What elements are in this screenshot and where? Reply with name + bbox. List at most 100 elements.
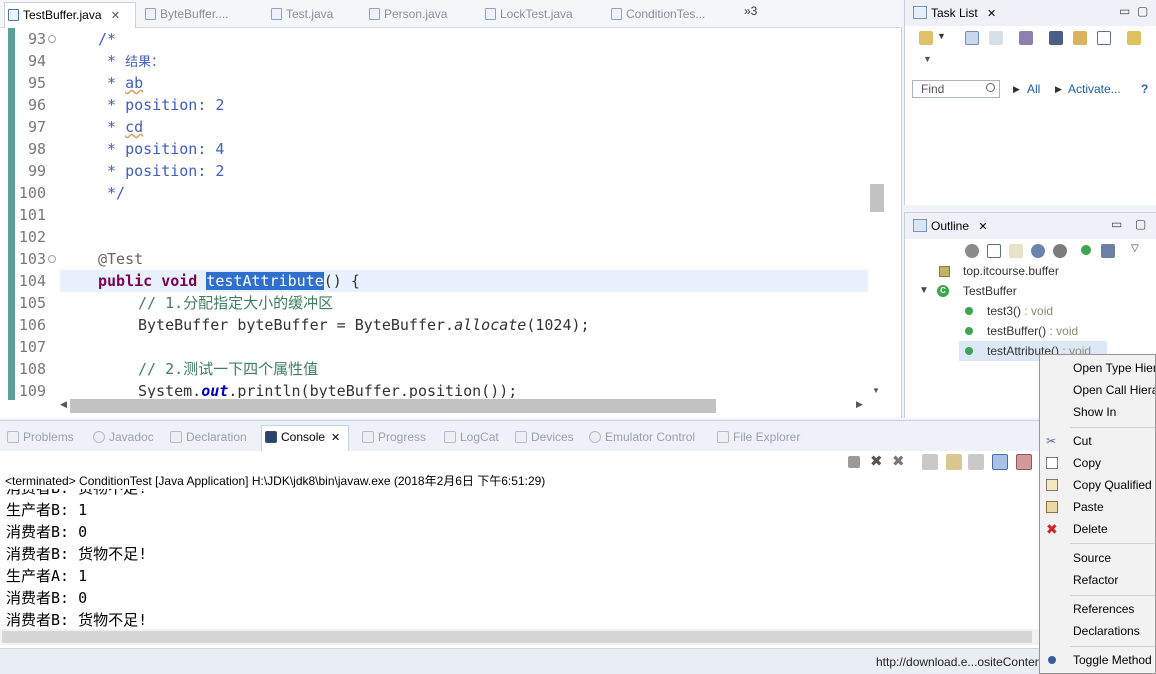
find-input[interactable]: Find [912,80,1000,98]
tab-outline[interactable]: Outline ✕ [909,216,994,236]
show-on-error-icon[interactable] [1016,454,1032,470]
help-icon[interactable]: ? [1141,82,1148,96]
tab-logcat[interactable]: LogCat [441,427,499,447]
open-icon[interactable] [1127,31,1141,45]
menu-item-copy-qualified-name[interactable]: Copy Qualified Name [1040,474,1155,496]
tab-declaration[interactable]: Declaration [167,427,247,447]
tab-overflow-button[interactable]: »3 [744,4,757,18]
editor-vertical-scrollbar[interactable]: ▼ [868,28,886,400]
collapse-icon[interactable] [1049,31,1063,45]
menu-item-show-in[interactable]: Show In [1040,401,1155,423]
sort-icon[interactable] [1009,244,1023,258]
tab-conditiontest[interactable]: ConditionTes... [608,3,738,25]
find-placeholder: Find [921,82,945,96]
menu-item-cut[interactable]: ✂ Cut [1040,430,1155,452]
terminate-icon[interactable] [848,456,860,468]
outline-class[interactable]: ▼ C TestBuffer [905,281,1156,301]
schedule-icon[interactable] [989,31,1003,45]
code-line: * position: 2 [60,160,868,182]
minimize-icon[interactable]: ▭ [1119,4,1130,18]
tab-test-java[interactable]: Test.java [268,3,364,25]
hide-local-types-icon[interactable] [1081,245,1091,255]
console-horizontal-scrollbar[interactable] [0,629,1040,645]
minimize-icon[interactable]: ▭ [1111,217,1122,231]
tab-progress[interactable]: Progress [359,427,426,447]
tab-locktest-java[interactable]: LockTest.java [482,3,602,25]
categorize-icon[interactable] [965,31,979,45]
code-editor[interactable]: TestBuffer.java ✕ ByteBuffer.... Test.ja… [0,0,902,418]
tab-emulator-control[interactable]: Emulator Control [586,427,695,447]
focus-icon[interactable] [1019,31,1033,45]
view-menu-icon[interactable]: ▽ [1131,243,1145,257]
code-area[interactable]: /* * 结果： * ab * position: 2 * cd * posit… [60,28,868,400]
scroll-down-icon[interactable]: ▼ [872,386,880,395]
tab-problems[interactable]: Problems [4,427,74,447]
console-output[interactable]: 消费者B: 货物不足! 生产者B: 1 消费者B: 0 消费者B: 货物不足! … [6,489,1036,647]
scroll-left-icon[interactable]: ◀ [60,399,67,410]
all-link[interactable]: All [1027,82,1040,96]
menu-item-paste[interactable]: Paste [1040,496,1155,518]
selected-method-name[interactable]: testAttribute [206,272,324,290]
outline-package[interactable]: top.itcourse.buffer [905,261,1156,281]
menu-item-references[interactable]: References [1040,598,1155,620]
line-number: 105 [18,294,46,312]
expand-icon[interactable]: ▼ [919,281,929,301]
close-icon[interactable]: ✕ [987,8,996,20]
tab-bytebuffer[interactable]: ByteBuffer.... [142,3,262,25]
comment-text: */ [98,184,126,202]
console-line: 生产者A: 1 [6,567,88,585]
new-task-icon[interactable] [919,31,933,45]
tab-task-list[interactable]: Task List ✕ [909,3,1002,23]
clear-console-icon[interactable] [922,454,938,470]
tab-person-java[interactable]: Person.java [366,3,478,25]
tab-file-explorer[interactable]: File Explorer [714,427,800,447]
hide-fields-icon[interactable] [965,244,979,258]
menu-item-toggle-method-breakpoint[interactable]: Toggle Method Breakpoint [1040,649,1155,671]
remove-launch-icon[interactable]: ✖ [870,454,886,470]
task-list-toolbar: ▼ [905,26,1156,52]
tab-javadoc[interactable]: Javadoc [90,427,154,447]
keyword-text: public [98,272,153,290]
close-icon[interactable]: ✕ [331,432,340,444]
package-icon [939,266,950,277]
link-editor-icon[interactable] [1101,244,1115,258]
outline-method[interactable]: testBuffer() : void [905,321,1156,341]
scrollbar-thumb[interactable] [870,184,884,212]
code-line: * position: 2 [60,94,868,116]
view-menu-icon[interactable]: ▼ [923,54,932,64]
word-wrap-icon[interactable] [968,454,984,470]
editor-horizontal-scrollbar[interactable]: ◀ ▶ [60,398,868,414]
hide-static-icon[interactable] [1031,244,1045,258]
menu-item-open-call-hierarchy[interactable]: Open Call Hierarchy [1040,379,1155,401]
menu-item-declarations[interactable]: Declarations [1040,620,1155,642]
tab-devices[interactable]: Devices [512,427,574,447]
menu-item-open-type-hierarchy[interactable]: Open Type Hierarchy [1040,357,1155,379]
scrollbar-thumb[interactable] [2,631,1032,643]
scrollbar-thumb[interactable] [70,399,716,413]
dropdown-icon[interactable]: ▼ [937,31,947,45]
close-icon[interactable]: ✕ [978,221,987,233]
filter-icon[interactable] [1097,31,1111,45]
scroll-right-icon[interactable]: ▶ [856,399,863,410]
menu-item-delete[interactable]: ✖ Delete [1040,518,1155,540]
show-on-output-icon[interactable] [992,454,1008,470]
menu-item-source[interactable]: Source [1040,547,1155,569]
collapse-all-icon[interactable] [987,244,1001,258]
menu-item-refactor[interactable]: Refactor [1040,569,1155,591]
sync-icon[interactable] [1073,31,1087,45]
remove-all-icon[interactable]: ✖ [892,454,908,470]
method-label: testBuffer() [987,324,1047,338]
fold-toggle-icon[interactable] [48,255,56,263]
tab-label: LogCat [460,430,499,444]
maximize-icon[interactable]: ▢ [1137,4,1148,18]
tab-testbuffer-java[interactable]: TestBuffer.java ✕ [4,2,136,28]
outline-method[interactable]: test3() : void [905,301,1156,321]
fold-toggle-icon[interactable] [48,35,56,43]
tab-console[interactable]: Console ✕ [261,425,350,451]
activate-link[interactable]: Activate... [1068,82,1121,96]
close-icon[interactable]: ✕ [111,10,120,22]
scroll-lock-icon[interactable] [946,454,962,470]
hide-non-public-icon[interactable] [1053,244,1067,258]
maximize-icon[interactable]: ▢ [1135,217,1146,231]
menu-item-copy[interactable]: Copy [1040,452,1155,474]
